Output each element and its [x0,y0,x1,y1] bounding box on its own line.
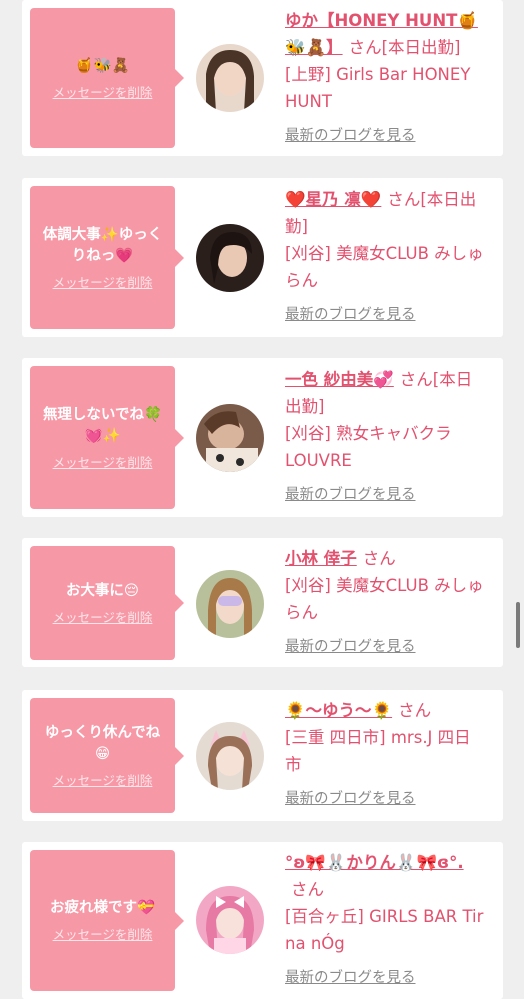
delete-message-link[interactable]: メッセージを削除 [53,272,153,291]
latest-blog-link[interactable]: 最新のブログを見る [285,483,485,504]
sender-name-link[interactable]: 一色 紗由美💞 [285,370,394,389]
message-bubble: お疲れ様です💝 メッセージを削除 [30,850,184,991]
message-card: ゆっくり休んでね😁 メッセージを削除 🌻〜ゆう〜🌻 さん [三重 四日市] mrs… [22,690,503,821]
sender-name-link[interactable]: ❤️星乃 凛❤️ [285,190,381,209]
latest-blog-link[interactable]: 最新のブログを見る [285,787,485,808]
sender-info: ゆか【HONEY HUNT🍯🐝🧸】 さん[本日出勤] [上野] Girls Bar… [285,7,485,145]
sender-status: さん [398,701,432,720]
message-card: 体調大事✨ゆっくりねっ💗 メッセージを削除 ❤️星乃 凛❤️ さん[本日出勤] [… [22,178,503,337]
sender-status: さん [362,549,396,568]
shop-name: [百合ヶ丘] GIRLS BAR Tir na nÓg [285,907,484,953]
sender-name-link[interactable]: °ʚ🎀🐰かりん🐰🎀ɞ°. [285,853,464,872]
message-text: ゆっくり休んでね😁 [44,724,161,762]
message-card: 🍯🐝🧸 メッセージを削除 ゆか【HONEY HUNT🍯🐝🧸】 さん[本日出勤] [… [22,0,503,156]
shop-name: [上野] Girls Bar HONEY HUNT [285,65,471,111]
avatar[interactable] [196,224,264,292]
delete-message-link[interactable]: メッセージを削除 [53,452,153,471]
avatar[interactable] [196,404,264,472]
sender-info: 🌻〜ゆう〜🌻 さん [三重 四日市] mrs.J 四日市 最新のブログを見る [285,697,485,808]
delete-message-link[interactable]: メッセージを削除 [53,770,153,789]
sender-info: 小林 倖子 さん [刈谷] 美魔女CLUB みしゅらん 最新のブログを見る [285,545,485,656]
message-bubble: 体調大事✨ゆっくりねっ💗 メッセージを削除 [30,186,184,329]
avatar[interactable] [196,722,264,790]
message-card: お疲れ様です💝 メッセージを削除 °ʚ🎀🐰かりん🐰🎀ɞ°. さん [百合ヶ丘] G… [22,842,503,999]
sender-name-link[interactable]: 小林 倖子 [285,549,357,568]
scrollbar[interactable] [516,602,520,648]
avatar[interactable] [196,570,264,638]
delete-message-link[interactable]: メッセージを削除 [53,82,153,101]
sender-name-link[interactable]: 🌻〜ゆう〜🌻 [285,701,392,720]
message-text: お大事に😔 [65,582,140,599]
message-text: 無理しないでね🍀💓✨ [42,406,163,444]
latest-blog-link[interactable]: 最新のブログを見る [285,124,485,145]
sender-info: °ʚ🎀🐰かりん🐰🎀ɞ°. さん [百合ヶ丘] GIRLS BAR Tir na n… [285,849,485,987]
shop-name: [三重 四日市] mrs.J 四日市 [285,728,471,774]
message-card: お大事に😔 メッセージを削除 小林 倖子 さん [刈谷] 美魔女CLUB みしゅら… [22,538,503,667]
sender-status: さん[本日出勤] [348,38,461,57]
latest-blog-link[interactable]: 最新のブログを見る [285,303,485,324]
message-bubble: 無理しないでね🍀💓✨ メッセージを削除 [30,366,184,509]
shop-name: [刈谷] 美魔女CLUB みしゅらん [285,244,484,290]
delete-message-link[interactable]: メッセージを削除 [53,607,153,626]
sender-status: さん [291,880,324,899]
sender-info: ❤️星乃 凛❤️ さん[本日出勤] [刈谷] 美魔女CLUB みしゅらん 最新のブ… [285,186,485,324]
shop-name: [刈谷] 熟女キャバクラ LOUVRE [285,424,452,470]
delete-message-link[interactable]: メッセージを削除 [53,924,153,943]
message-text: 体調大事✨ゆっくりねっ💗 [42,226,163,264]
message-bubble: 🍯🐝🧸 メッセージを削除 [30,8,184,148]
message-text: お疲れ様です💝 [49,900,156,916]
message-text: 🍯🐝🧸 [75,57,130,74]
latest-blog-link[interactable]: 最新のブログを見る [285,635,485,656]
avatar[interactable] [196,886,264,954]
message-bubble: ゆっくり休んでね😁 メッセージを削除 [30,698,184,813]
avatar[interactable] [196,44,264,112]
latest-blog-link[interactable]: 最新のブログを見る [285,966,485,987]
shop-name: [刈谷] 美魔女CLUB みしゅらん [285,576,484,622]
sender-info: 一色 紗由美💞 さん[本日出勤] [刈谷] 熟女キャバクラ LOUVRE 最新のブ… [285,366,485,504]
message-bubble: お大事に😔 メッセージを削除 [30,546,184,660]
message-card: 無理しないでね🍀💓✨ メッセージを削除 一色 紗由美💞 さん[本日出勤] [刈谷]… [22,358,503,517]
